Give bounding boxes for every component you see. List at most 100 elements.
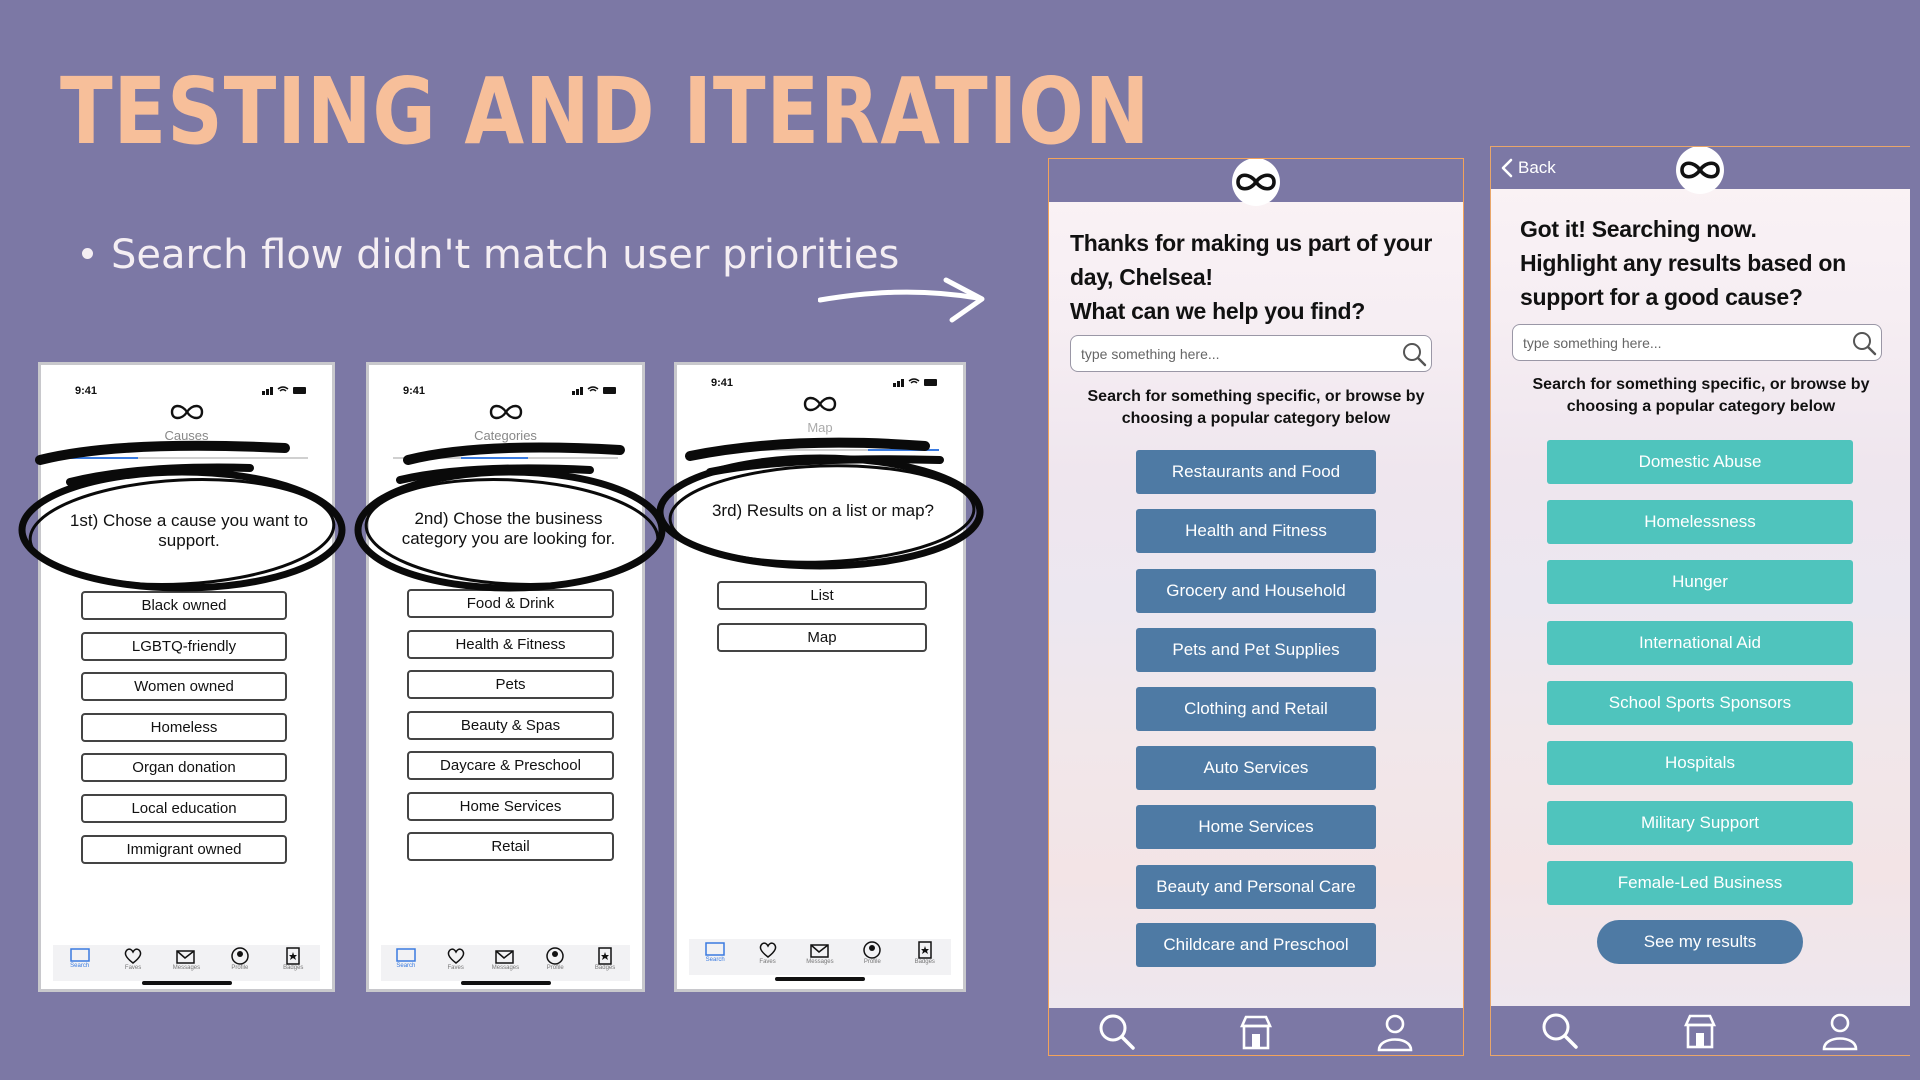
heart-icon [124,948,142,964]
cause-button[interactable]: Military Support [1547,801,1853,845]
tab-profile[interactable]: Profile [852,941,892,965]
category-option-button[interactable]: Daycare & Preschool [407,751,614,780]
back-label: Back [1518,158,1556,177]
category-button[interactable]: Auto Services [1136,746,1376,790]
badge-icon [598,947,612,965]
category-button[interactable]: Clothing and Retail [1136,687,1376,731]
profile-icon [863,941,882,959]
category-button[interactable]: Grocery and Household [1136,569,1376,613]
tab-profile[interactable]: Profile [220,947,260,971]
category-option-button[interactable]: Food & Drink [407,589,614,618]
infinity-logo-icon [489,404,522,420]
search-icon[interactable] [1397,341,1431,367]
tab-search[interactable]: Search [60,947,100,969]
search-input[interactable] [1081,345,1397,362]
tab-messages[interactable]: Messages [166,947,206,971]
wireframe-subtitle: Categories [474,428,537,443]
tab-messages[interactable]: Messages [800,941,840,965]
category-option-button[interactable]: Retail [407,832,614,861]
category-button[interactable]: Home Services [1136,805,1376,849]
wireframe-causes: 9:41 Causes 1st) Chose a cause you want … [38,362,335,992]
profile-icon [231,947,249,965]
cause-button[interactable]: International Aid [1547,621,1853,665]
badge-icon [286,947,300,965]
category-button[interactable]: Health and Fitness [1136,509,1376,553]
category-option-button[interactable]: Pets [407,670,614,699]
tab-faves[interactable]: Faves [748,941,788,965]
tab-badges[interactable]: Badges [905,941,945,965]
tab-badges[interactable]: Badges [585,947,625,971]
wireframe-subtitle: Causes [164,428,209,443]
tab-badges[interactable]: Badges [273,947,313,971]
tab-profile[interactable]: Profile [535,947,575,971]
chevron-left-icon [1501,158,1513,178]
cause-button[interactable]: Hospitals [1547,741,1853,785]
search-icon[interactable] [1097,1012,1137,1052]
cause-option-button[interactable]: Homeless [81,713,287,742]
infinity-logo-icon [1676,146,1724,194]
profile-icon[interactable] [1820,1011,1860,1051]
slide-title: TESTING AND ITERATION [60,58,1151,165]
tab-search[interactable]: Search [695,941,735,963]
wireframe-progress [701,449,939,451]
search-hint: Search for something specific, or browse… [1532,376,1870,415]
category-option-button[interactable]: Health & Fitness [407,630,614,659]
store-icon[interactable] [1680,1011,1720,1051]
home-indicator [775,977,865,981]
list-button[interactable]: List [717,581,927,610]
back-button[interactable]: Back [1500,158,1556,178]
search-bar[interactable] [1512,324,1882,361]
infinity-logo-icon [803,396,837,412]
heart-icon [447,948,464,964]
wireframe-results-type: 9:41 Map 3rd) Results on a list or map? … [674,362,966,992]
wireframe-subtitle: Map [807,420,833,435]
badge-icon [918,941,932,959]
cause-button[interactable]: School Sports Sponsors [1547,681,1853,725]
tab-search[interactable]: Search [386,947,426,969]
bullet-dot [82,247,93,259]
bottom-nav [1490,1006,1910,1056]
status-icons [572,386,616,395]
cause-button[interactable]: Female-Led Business [1547,861,1853,905]
cause-option-button[interactable]: LGBTQ-friendly [81,632,287,661]
search-icon[interactable] [1540,1011,1580,1051]
search-bar[interactable] [1070,335,1432,372]
heart-icon [759,942,776,958]
bullet-text: Search flow didn't match user priorities [111,232,900,278]
heading-line: What can we help you find? [1070,298,1366,324]
wireframe-tab-bar: Search Faves Messages Profile Badges [689,939,951,975]
category-button[interactable]: Pets and Pet Supplies [1136,628,1376,672]
search-icon[interactable] [1847,330,1881,356]
category-button[interactable]: Childcare and Preschool [1136,923,1376,967]
wireframe-prompt: 2nd) Chose the business category you are… [401,509,616,549]
cause-option-button[interactable]: Black owned [81,591,287,620]
bullet-point: Search flow didn't match user priorities [82,232,899,278]
tab-messages[interactable]: Messages [485,947,525,971]
heading-line: Thanks for making us part of your [1070,230,1432,256]
cause-button[interactable]: Domestic Abuse [1547,440,1853,484]
cause-option-button[interactable]: Local education [81,794,287,823]
home-indicator [460,981,551,985]
profile-icon[interactable] [1375,1012,1415,1052]
heading-line: support for a good cause? [1520,284,1803,310]
heading-line: Highlight any results based on [1520,250,1846,276]
cause-option-button[interactable]: Organ donation [81,753,287,782]
see-results-button[interactable]: See my results [1597,920,1803,964]
wireframe-progress [393,457,618,459]
search-input[interactable] [1523,334,1847,351]
map-button[interactable]: Map [717,623,927,652]
cause-button[interactable]: Hunger [1547,560,1853,604]
tab-faves[interactable]: Faves [436,947,476,971]
heading-line: day, Chelsea! [1070,264,1213,290]
store-icon[interactable] [1236,1012,1276,1052]
cause-option-button[interactable]: Women owned [81,672,287,701]
category-option-button[interactable]: Beauty & Spas [407,711,614,740]
category-option-button[interactable]: Home Services [407,792,614,821]
category-button[interactable]: Restaurants and Food [1136,450,1376,494]
tab-faves[interactable]: Faves [113,947,153,971]
cause-option-button[interactable]: Immigrant owned [81,835,287,864]
cause-button[interactable]: Homelessness [1547,500,1853,544]
phone-cause-screen: Back Got it! Searching now. Highlight an… [1490,146,1910,1056]
category-button[interactable]: Beauty and Personal Care [1136,865,1376,909]
heading-line: Got it! Searching now. [1520,216,1757,242]
